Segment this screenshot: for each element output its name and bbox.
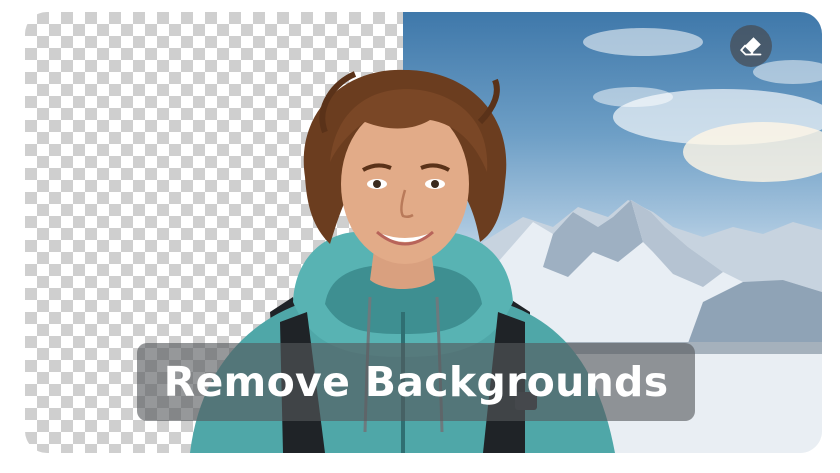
feature-caption-banner: Remove Backgrounds [137, 343, 695, 421]
eraser-icon [740, 37, 762, 56]
eraser-tool-button[interactable] [730, 25, 772, 67]
background-removal-preview-card: Remove Backgrounds [25, 12, 822, 453]
feature-caption-text: Remove Backgrounds [163, 358, 669, 406]
